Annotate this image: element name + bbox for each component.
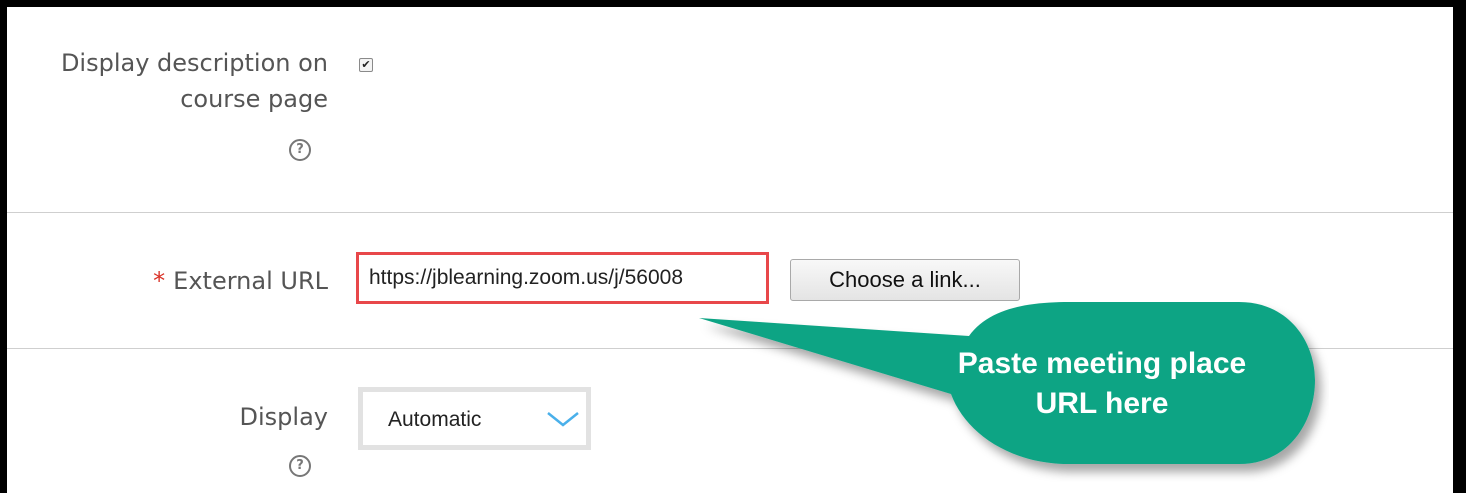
- external-url-label: * External URL: [153, 263, 328, 299]
- choose-link-button[interactable]: Choose a link...: [790, 259, 1020, 301]
- question-circle-icon[interactable]: ?: [289, 455, 311, 477]
- display-description-checkbox[interactable]: ✔: [359, 58, 373, 72]
- external-url-value: https://jblearning.zoom.us/j/56008: [369, 266, 684, 289]
- settings-form: Display description on course page ? ✔ *…: [7, 7, 1453, 493]
- required-marker: *: [153, 267, 166, 295]
- external-url-input[interactable]: https://jblearning.zoom.us/j/56008: [356, 252, 769, 304]
- check-icon: ✔: [361, 58, 371, 71]
- display-select[interactable]: Automatic: [358, 387, 591, 450]
- external-url-label-text: External URL: [173, 267, 328, 295]
- display-label: Display: [239, 403, 328, 431]
- display-select-value: Automatic: [388, 408, 482, 431]
- display-description-label: Display description on course page: [60, 49, 328, 113]
- question-circle-icon[interactable]: ?: [289, 139, 311, 161]
- callout-text: Paste meeting place URL here: [957, 347, 1247, 420]
- chevron-down-icon: [547, 412, 579, 427]
- row-divider: [7, 212, 1453, 213]
